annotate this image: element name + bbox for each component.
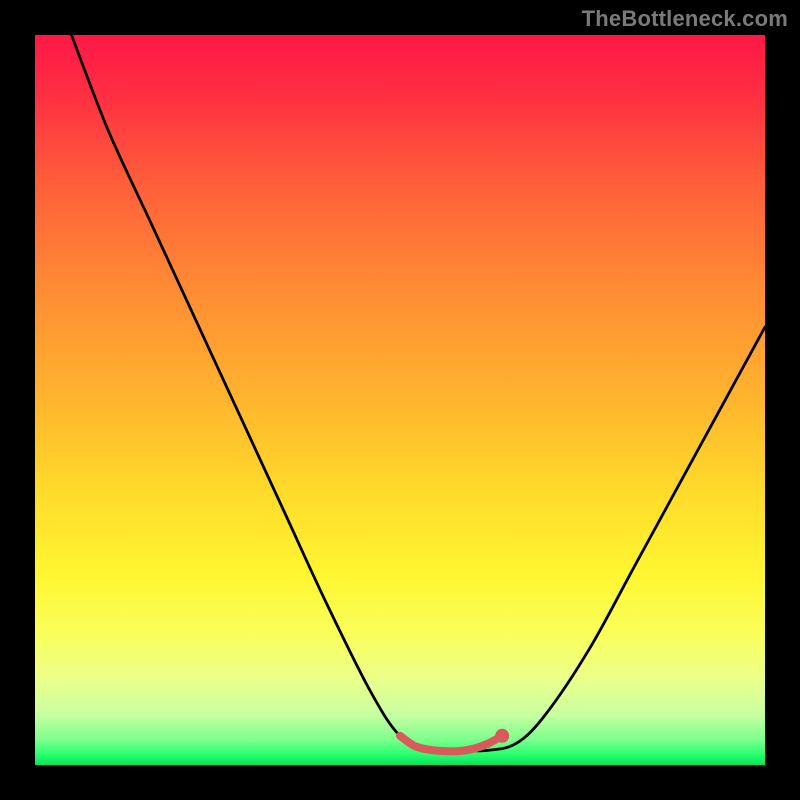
flat-highlight-path [400, 736, 502, 752]
watermark-text: TheBottleneck.com [582, 6, 788, 32]
curve-layer [35, 35, 765, 765]
marker-dot [495, 729, 509, 743]
chart-frame: TheBottleneck.com [0, 0, 800, 800]
main-curve-path [72, 35, 766, 751]
plot-area [35, 35, 765, 765]
